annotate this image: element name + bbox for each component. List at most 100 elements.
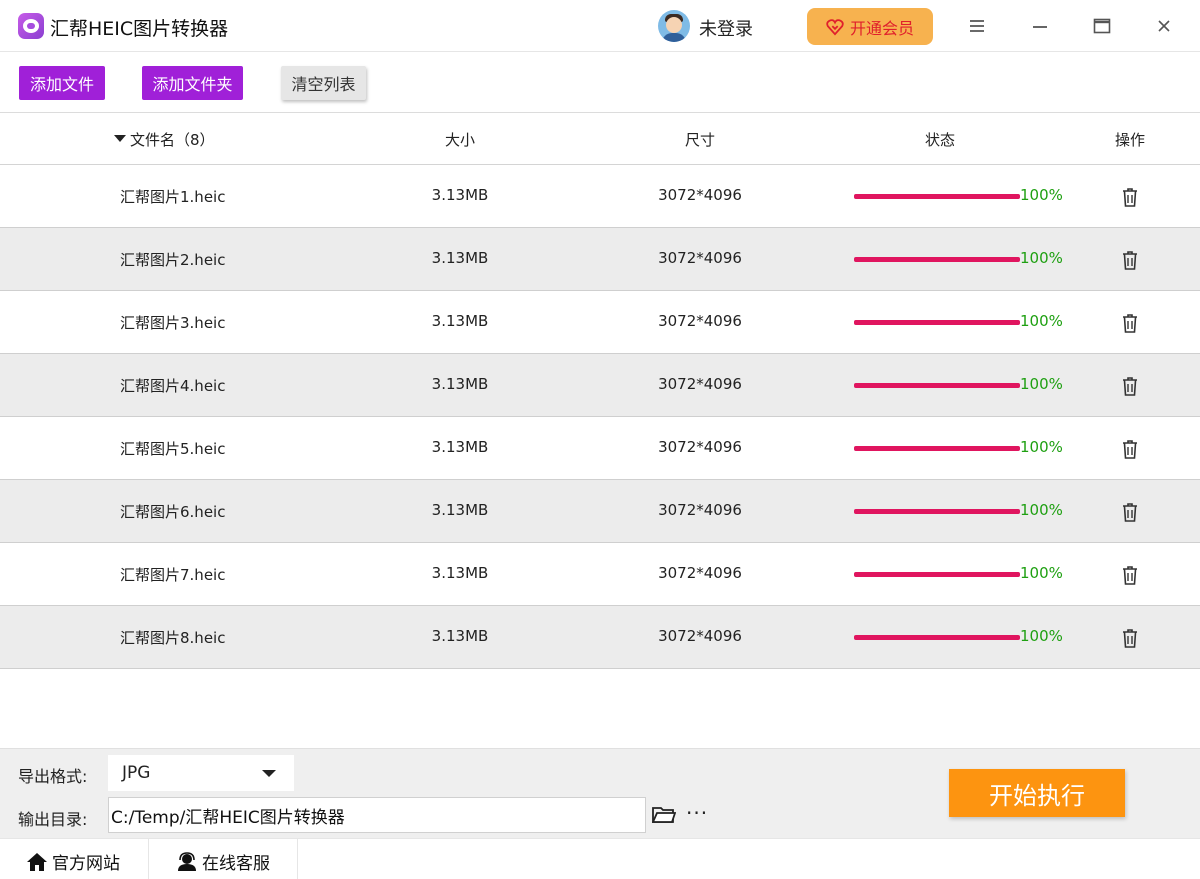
status-percent: 100%: [1020, 501, 1063, 519]
file-name: 汇帮图片5.heic: [120, 440, 226, 458]
minimize-icon[interactable]: [1028, 14, 1052, 38]
header-size: 大小: [444, 131, 475, 149]
app-logo-icon: [18, 13, 44, 39]
table-row[interactable]: 汇帮图片3.heic 3.13MB 3072*4096 100%: [0, 291, 1200, 354]
menu-icon[interactable]: [965, 14, 989, 38]
table-row[interactable]: 汇帮图片1.heic 3.13MB 3072*4096 100%: [0, 165, 1200, 228]
status-percent: 100%: [1020, 564, 1063, 582]
trash-icon[interactable]: [1120, 186, 1140, 208]
file-dimensions: 3072*4096: [658, 312, 742, 330]
table-row[interactable]: 汇帮图片2.heic 3.13MB 3072*4096 100%: [0, 228, 1200, 291]
trash-icon[interactable]: [1120, 564, 1140, 586]
file-dimensions: 3072*4096: [658, 249, 742, 267]
table-row[interactable]: 汇帮图片4.heic 3.13MB 3072*4096 100%: [0, 354, 1200, 417]
progress-fill: [854, 635, 1020, 640]
close-icon[interactable]: [1152, 14, 1176, 38]
format-value: JPG: [122, 763, 151, 783]
file-size: 3.13MB: [431, 186, 489, 204]
file-dimensions: 3072*4096: [658, 564, 742, 582]
file-size: 3.13MB: [431, 375, 489, 393]
file-size: 3.13MB: [431, 312, 489, 330]
file-name: 汇帮图片7.heic: [120, 566, 226, 584]
clear-list-button[interactable]: 清空列表: [281, 66, 366, 100]
add-file-button[interactable]: 添加文件: [19, 66, 105, 100]
start-button[interactable]: 开始执行: [949, 769, 1125, 817]
progress-bar: [854, 257, 1020, 262]
website-link[interactable]: 官方网站: [26, 849, 120, 874]
status-percent: 100%: [1020, 627, 1063, 645]
trash-icon[interactable]: [1120, 501, 1140, 523]
status-percent: 100%: [1020, 186, 1063, 204]
progress-bar: [854, 635, 1020, 640]
trash-icon[interactable]: [1120, 249, 1140, 271]
progress-fill: [854, 257, 1020, 262]
support-label: 在线客服: [202, 854, 270, 874]
progress-fill: [854, 446, 1020, 451]
footer: 官方网站 在线客服: [0, 838, 1200, 879]
header-dim: 尺寸: [684, 131, 715, 149]
website-label: 官方网站: [52, 854, 120, 874]
table-row[interactable]: 汇帮图片5.heic 3.13MB 3072*4096 100%: [0, 417, 1200, 480]
folder-icon[interactable]: [651, 805, 677, 825]
status-percent: 100%: [1020, 438, 1063, 456]
trash-icon[interactable]: [1120, 375, 1140, 397]
file-dimensions: 3072*4096: [658, 501, 742, 519]
progress-fill: [854, 320, 1020, 325]
dir-label: 输出目录:: [18, 810, 88, 829]
header-name[interactable]: 文件名（8）: [114, 129, 215, 150]
table-row[interactable]: 汇帮图片8.heic 3.13MB 3072*4096 100%: [0, 606, 1200, 669]
file-name: 汇帮图片1.heic: [120, 188, 226, 206]
headset-icon: [178, 851, 196, 871]
vip-button-label: 开通会员: [849, 18, 914, 38]
vip-button[interactable]: 开通会员: [807, 8, 933, 45]
output-dir-input[interactable]: C:/Temp/汇帮HEIC图片转换器: [108, 797, 646, 833]
table-row[interactable]: 汇帮图片6.heic 3.13MB 3072*4096 100%: [0, 480, 1200, 543]
login-status[interactable]: 未登录: [699, 15, 753, 41]
file-name: 汇帮图片2.heic: [120, 251, 226, 269]
chevron-down-icon: [262, 770, 276, 777]
file-size: 3.13MB: [431, 501, 489, 519]
maximize-icon[interactable]: [1090, 14, 1114, 38]
app-title: 汇帮HEIC图片转换器: [50, 18, 229, 40]
home-icon: [27, 852, 47, 871]
header-action: 操作: [1114, 131, 1145, 149]
support-link[interactable]: 在线客服: [176, 849, 270, 874]
file-name: 汇帮图片4.heic: [120, 377, 226, 395]
header-name-label: 文件名（8）: [130, 131, 215, 149]
progress-fill: [854, 383, 1020, 388]
file-dimensions: 3072*4096: [658, 186, 742, 204]
file-name: 汇帮图片6.heic: [120, 503, 226, 521]
status-percent: 100%: [1020, 312, 1063, 330]
progress-fill: [854, 194, 1020, 199]
table-row[interactable]: 汇帮图片7.heic 3.13MB 3072*4096 100%: [0, 543, 1200, 606]
add-folder-button[interactable]: 添加文件夹: [142, 66, 243, 100]
file-name: 汇帮图片8.heic: [120, 629, 226, 647]
trash-icon[interactable]: [1120, 627, 1140, 649]
file-dimensions: 3072*4096: [658, 627, 742, 645]
trash-icon[interactable]: [1120, 438, 1140, 460]
heart-diamond-icon: [826, 18, 844, 36]
file-size: 3.13MB: [431, 564, 489, 582]
user-avatar-icon[interactable]: [658, 10, 690, 42]
toolbar: 添加文件 添加文件夹 清空列表: [0, 52, 1200, 112]
status-percent: 100%: [1020, 249, 1063, 267]
file-size: 3.13MB: [431, 438, 489, 456]
status-percent: 100%: [1020, 375, 1063, 393]
file-dimensions: 3072*4096: [658, 375, 742, 393]
output-panel: 导出格式: JPG 输出目录: C:/Temp/汇帮HEIC图片转换器 ··· …: [0, 748, 1200, 838]
progress-bar: [854, 194, 1020, 199]
progress-fill: [854, 572, 1020, 577]
format-select[interactable]: JPG: [108, 755, 294, 791]
progress-bar: [854, 320, 1020, 325]
trash-icon[interactable]: [1120, 312, 1140, 334]
file-dimensions: 3072*4096: [658, 438, 742, 456]
progress-bar: [854, 383, 1020, 388]
progress-bar: [854, 446, 1020, 451]
sort-down-icon: [114, 135, 126, 142]
file-size: 3.13MB: [431, 249, 489, 267]
file-name: 汇帮图片3.heic: [120, 314, 226, 332]
table-header: 文件名（8） 大小 尺寸 状态 操作: [0, 113, 1200, 165]
app-window: 汇帮HEIC图片转换器 未登录 开通会员 添加文件 添加文件夹 清空列表 文件名…: [0, 0, 1200, 879]
progress-fill: [854, 509, 1020, 514]
more-options-button[interactable]: ···: [686, 803, 708, 823]
